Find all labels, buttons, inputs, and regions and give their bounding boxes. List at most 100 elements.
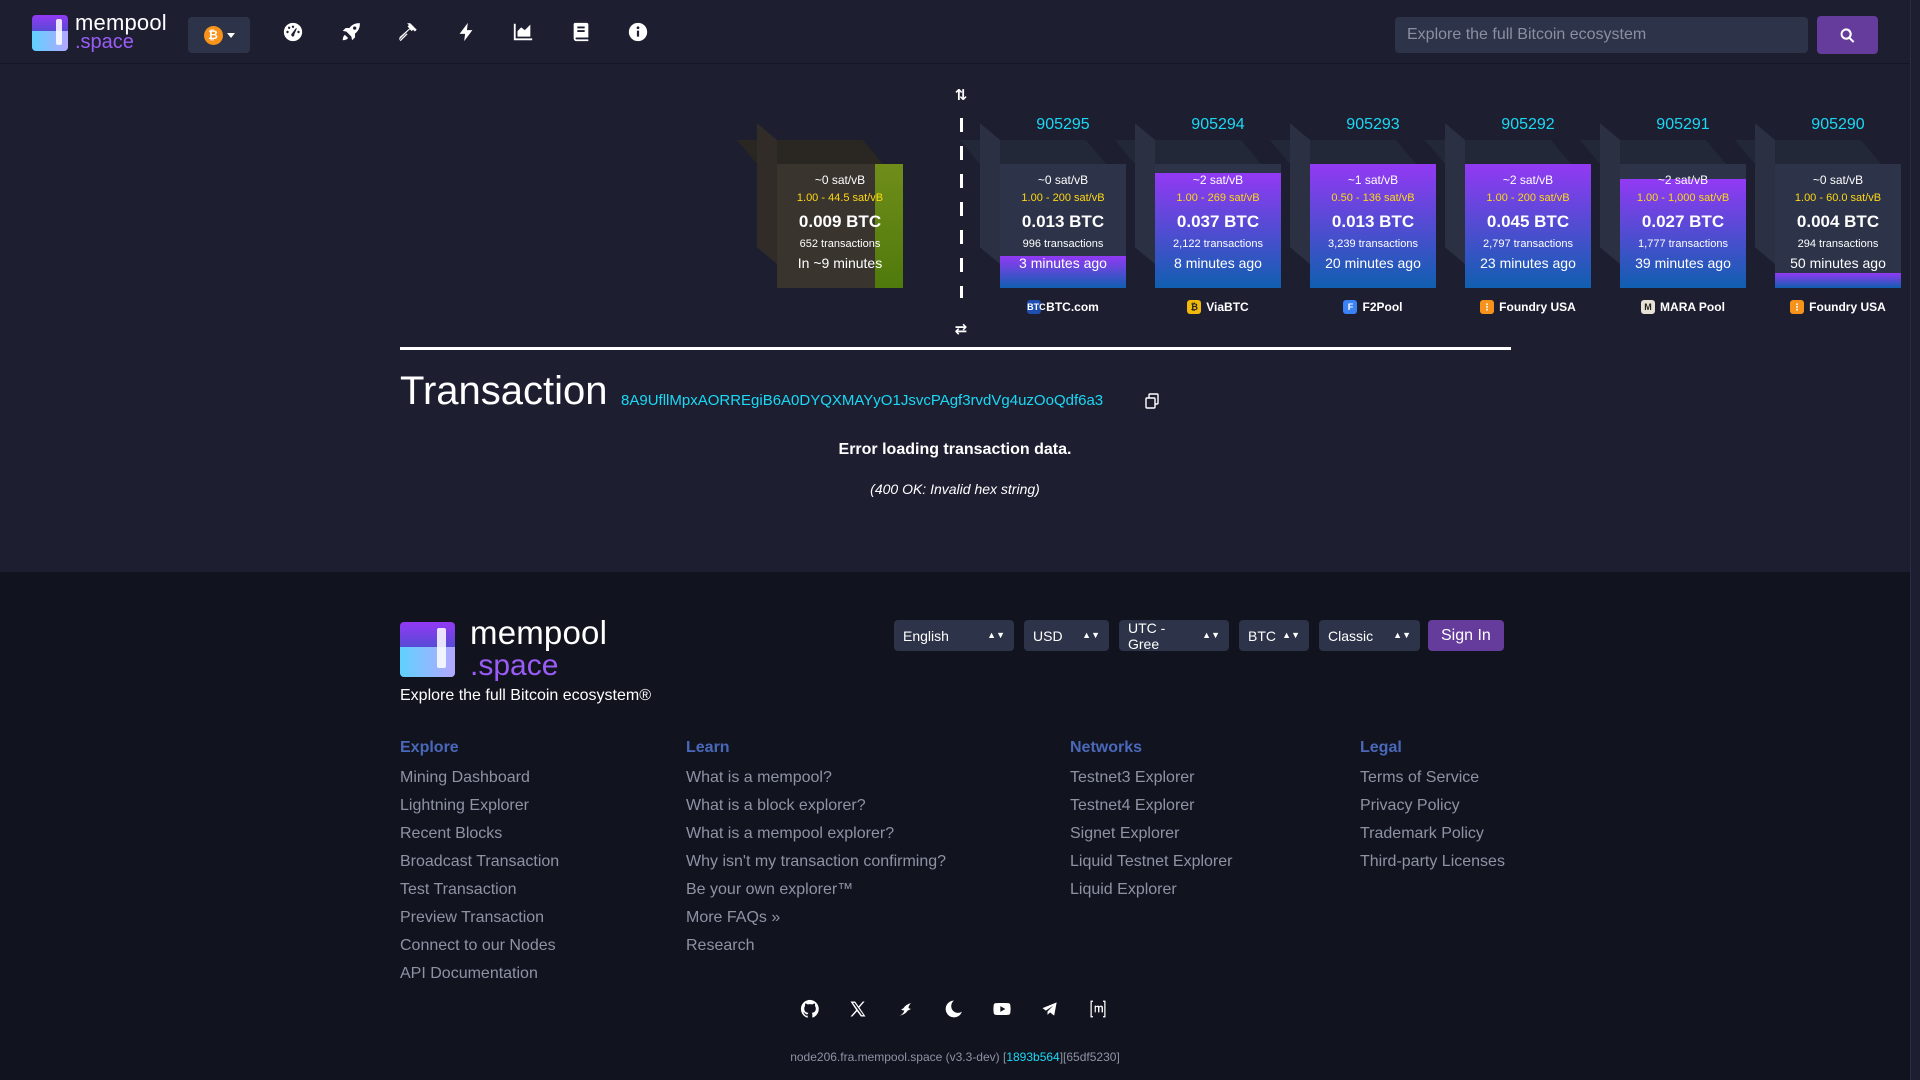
footer-link[interactable]: Connect to our Nodes [400,932,559,960]
footer-column-title[interactable]: Learn [686,739,946,757]
footer-column-legal: Legal Terms of Service Privacy Policy Trade… [1360,739,1505,876]
block-median-fee: ~1 sat/vB [1347,173,1399,187]
unit-select[interactable]: BTC ▲▼ [1239,620,1309,651]
search-icon [1840,27,1855,43]
footer-link[interactable]: Broadcast Transaction [400,848,559,876]
block-905295[interactable]: 905295 ~0 sat/vB 1.00 - 200 sat/vB 0.013 BT… [959,116,1126,314]
search-input[interactable] [1395,17,1808,53]
footer-link[interactable]: What is a block explorer? [686,792,946,820]
block-tx-count: 1,777 transactions [1638,238,1728,250]
footer-link[interactable]: Testnet4 Explorer [1070,792,1232,820]
telegram-icon[interactable] [1040,999,1060,1019]
block-905290[interactable]: 905290 ~0 sat/vB 1.00 - 60.0 sat/vB 0.004 B… [1734,116,1901,314]
nav-mining[interactable] [397,20,455,44]
x-icon[interactable] [848,999,868,1019]
swap-vertical-icon[interactable]: ⇅ [951,86,971,104]
footer-link[interactable]: API Documentation [400,960,559,988]
block-fees-amount: 0.027 BTC [1641,212,1725,231]
footer-link[interactable]: Why isn't my transaction confirming? [686,848,946,876]
footer-link[interactable]: Liquid Explorer [1070,876,1232,904]
block-tx-count: 2,797 transactions [1483,238,1573,250]
foundry-icon: ⋮ [1480,300,1495,314]
nav-docs[interactable] [570,20,628,44]
footer: mempool .space Explore the full Bitcoin … [0,572,1910,1080]
sign-in-button[interactable]: Sign In [1428,620,1504,651]
footer-link[interactable]: Signet Explorer [1070,820,1232,848]
block-time: 3 minutes ago [1019,255,1107,271]
block-height-link[interactable]: 905290 [1775,116,1901,134]
block-pool-link[interactable]: M MARA Pool [1608,300,1758,314]
block-fee-range: 1.00 - 60.0 sat/vB [1794,192,1882,204]
block-905294[interactable]: 905294 ~2 sat/vB 1.00 - 269 sat/vB 0.037 BT… [1114,116,1281,314]
nav-dashboard[interactable] [282,20,340,44]
footer-link[interactable]: What is a mempool? [686,764,946,792]
footer-column-title[interactable]: Explore [400,739,559,757]
nav-accelerate[interactable] [340,20,398,44]
bluesky-icon[interactable] [944,999,964,1019]
select-arrows-icon: ▲▼ [1393,630,1411,640]
mempool-block[interactable]: ~0 sat/vB 1.00 - 44.5 sat/vB 0.009 BTC 6… [736,123,903,288]
footer-link[interactable]: Be your own explorer™ [686,876,946,904]
block-pool-link[interactable]: F F2Pool [1298,300,1448,314]
footer-link[interactable]: More FAQs » [686,904,946,932]
pool-name: MARA Pool [1660,300,1725,314]
nostr-icon[interactable] [896,999,916,1019]
social-links [800,999,1108,1019]
nav-about[interactable] [627,20,685,44]
nav-lightning[interactable] [455,20,513,44]
footer-link[interactable]: Research [686,932,946,960]
youtube-icon[interactable] [992,999,1012,1019]
build-commit-link[interactable]: 1893b564 [1006,1050,1059,1064]
currency-select[interactable]: USD ▲▼ [1024,620,1109,651]
footer-link[interactable]: Third-party Licenses [1360,848,1505,876]
footer-link[interactable]: Recent Blocks [400,820,559,848]
network-selector[interactable]: ₿ [188,17,250,53]
swap-horizontal-icon[interactable]: ⇄ [951,320,971,338]
footer-link[interactable]: Terms of Service [1360,764,1505,792]
footer-link[interactable]: Test Transaction [400,876,559,904]
search-button[interactable] [1817,16,1878,54]
section-divider [400,347,1511,350]
footer-link[interactable]: Testnet3 Explorer [1070,764,1232,792]
build-info: node206.fra.mempool.space (v3.3-dev) [18… [0,1050,1910,1064]
block-pool-link[interactable]: BTC BTC.com [988,300,1138,314]
footer-link[interactable]: Trademark Policy [1360,820,1505,848]
footer-column-title[interactable]: Networks [1070,739,1232,757]
block-pool-link[interactable]: ⋮ Foundry USA [1453,300,1603,314]
transaction-id-link[interactable]: 8A9UfllMpxAORREgiB6A0DYQXMAYyO1JsvcPAgf3… [621,392,1103,409]
caret-down-icon [226,32,235,38]
block-height-link[interactable]: 905292 [1465,116,1591,134]
block-905292[interactable]: 905292 ~2 sat/vB 1.00 - 200 sat/vB 0.045 BT… [1424,116,1591,314]
block-pool-link[interactable]: ⋮ Foundry USA [1763,300,1913,314]
mempool-logo[interactable]: mempool .space [32,12,167,52]
top-navbar: mempool .space ₿ [0,0,1910,64]
footer-logo[interactable]: mempool .space [400,616,607,681]
block-height-link[interactable]: 905291 [1620,116,1746,134]
footer-link[interactable]: Privacy Policy [1360,792,1505,820]
page-scrollbar[interactable] [1910,0,1920,1080]
block-height-link[interactable]: 905295 [1000,116,1126,134]
theme-select[interactable]: Classic ▲▼ [1319,620,1420,651]
copy-icon[interactable] [1145,393,1159,409]
block-905293[interactable]: 905293 ~1 sat/vB 0.50 - 136 sat/vB 0.013 BT… [1269,116,1436,314]
footer-link[interactable]: Liquid Testnet Explorer [1070,848,1232,876]
footer-link[interactable]: What is a mempool explorer? [686,820,946,848]
footer-link[interactable]: Mining Dashboard [400,764,559,792]
foundry-icon: ⋮ [1790,300,1805,314]
block-905291[interactable]: 905291 ~2 sat/vB 1.00 - 1,000 sat/vB 0.027 … [1579,116,1746,314]
info-icon [628,22,648,42]
timezone-select[interactable]: UTC - Gree ▲▼ [1119,620,1229,652]
footer-link[interactable]: Lightning Explorer [400,792,559,820]
matrix-icon[interactable] [1088,999,1108,1019]
github-icon[interactable] [800,999,820,1019]
block-pool-link[interactable]: ₿ ViaBTC [1143,300,1293,314]
block-height-link[interactable]: 905294 [1155,116,1281,134]
pool-name: F2Pool [1362,300,1403,314]
block-height-link[interactable]: 905293 [1310,116,1436,134]
block-fee-range: 0.50 - 136 sat/vB [1331,192,1415,204]
footer-column-title[interactable]: Legal [1360,739,1505,757]
language-select[interactable]: English ▲▼ [894,620,1014,651]
footer-link[interactable]: Preview Transaction [400,904,559,932]
nav-graphs[interactable] [512,20,570,44]
block-fees-amount: 0.009 BTC [798,212,882,231]
